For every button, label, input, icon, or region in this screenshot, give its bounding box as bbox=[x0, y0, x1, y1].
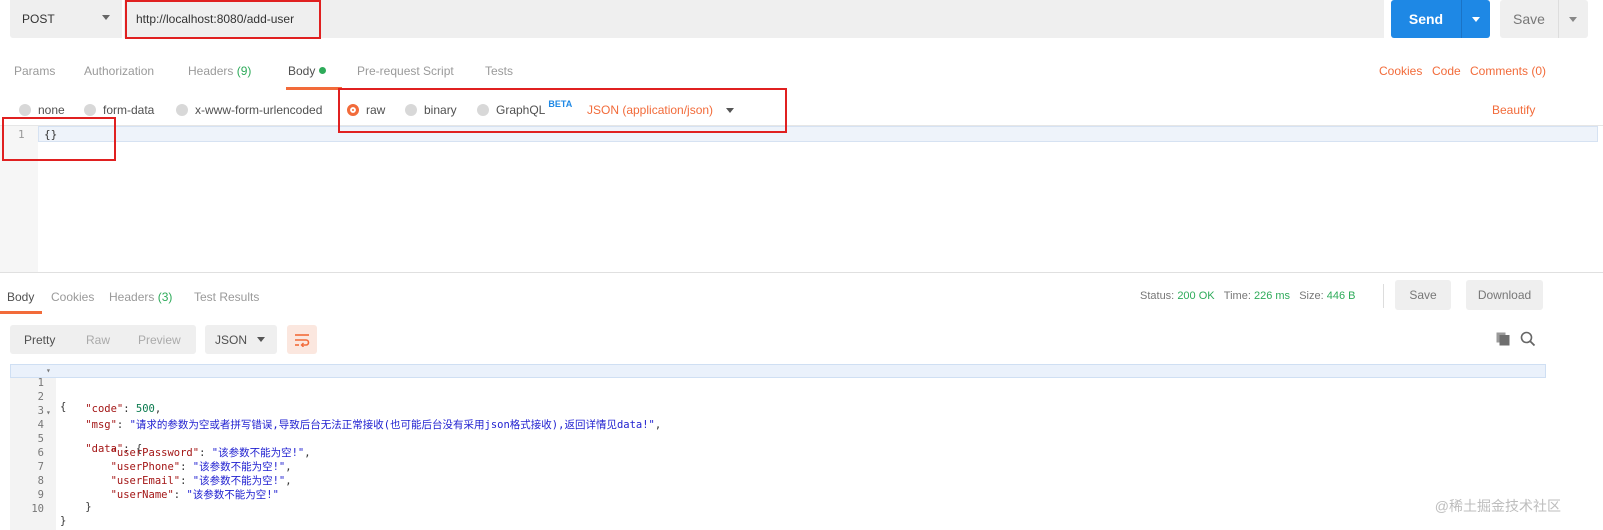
status-label: Status: bbox=[1140, 290, 1175, 302]
save-button[interactable]: Save bbox=[1500, 0, 1588, 38]
cookies-link[interactable]: Cookies bbox=[1379, 64, 1422, 78]
time-label: Time: bbox=[1223, 290, 1251, 302]
chevron-down-icon[interactable] bbox=[1569, 16, 1577, 22]
code-line: 8 "userName": "该参数不能为空!" bbox=[10, 463, 1540, 501]
size-label: Size: bbox=[1299, 290, 1324, 302]
copy-icon[interactable] bbox=[1496, 332, 1510, 346]
request-body-editor[interactable]: 1 {} bbox=[0, 125, 1603, 273]
response-status: Status: 200 OK Time: 226 ms Size: 446 B bbox=[1140, 290, 1355, 302]
line-content: } bbox=[60, 515, 67, 527]
radio-form-data[interactable]: form-data bbox=[84, 103, 154, 117]
view-mode-group: Pretty Raw Preview bbox=[10, 325, 196, 354]
time-value[interactable]: 226 ms bbox=[1254, 290, 1290, 302]
annotation-box-raw-json bbox=[338, 88, 787, 133]
radio-circle-icon bbox=[176, 104, 188, 116]
chevron-down-icon bbox=[257, 337, 265, 342]
code-line: 7 "userEmail": "该参数不能为空!", bbox=[10, 449, 1540, 487]
fold-arrow-icon[interactable]: ▾ bbox=[46, 366, 51, 375]
active-line-highlight bbox=[38, 126, 1598, 142]
radio-urlencoded-label: x-www-form-urlencoded bbox=[195, 103, 323, 117]
tab-body-label: Body bbox=[288, 64, 316, 78]
tab-params[interactable]: Params bbox=[14, 64, 55, 78]
code-line: 2 "code": 500, bbox=[10, 379, 1540, 415]
active-tab-indicator bbox=[286, 87, 342, 90]
divider bbox=[1461, 0, 1462, 38]
resp-headers-count: (3) bbox=[157, 290, 173, 304]
chevron-down-icon[interactable] bbox=[1472, 16, 1480, 22]
radio-circle-icon bbox=[84, 104, 96, 116]
divider bbox=[1558, 0, 1559, 38]
annotation-box-body bbox=[2, 117, 116, 161]
code-line: 3 "msg": "请求的参数为空或者拼写错误,导致后台无法正常接收(也可能后台… bbox=[10, 393, 1540, 431]
headers-count: (9) bbox=[236, 64, 252, 78]
beautify-link[interactable]: Beautify bbox=[1492, 103, 1535, 117]
radio-form-data-label: form-data bbox=[103, 103, 155, 117]
tab-body[interactable]: Body bbox=[288, 64, 327, 78]
resp-tab-cookies[interactable]: Cookies bbox=[51, 290, 94, 304]
tab-authorization[interactable]: Authorization bbox=[84, 64, 154, 78]
radio-circle-icon bbox=[19, 104, 31, 116]
body-type-options: none form-data x-www-form-urlencoded raw… bbox=[0, 97, 1603, 125]
line-number: 10 bbox=[31, 503, 44, 515]
resp-tab-headers-label: Headers bbox=[109, 290, 155, 304]
pretty-button[interactable]: Pretty bbox=[24, 333, 55, 347]
radio-none-label: none bbox=[38, 103, 65, 117]
save-response-button[interactable]: Save bbox=[1395, 280, 1451, 310]
format-select[interactable]: JSON bbox=[205, 325, 277, 354]
response-tabs: Body Cookies Headers (3) Test Results St… bbox=[0, 282, 1603, 314]
response-body-viewer[interactable]: 1 ▾ { 2 "code": 500, 3 "msg": "请求的参数为空或者… bbox=[10, 364, 1546, 530]
code-link[interactable]: Code bbox=[1432, 64, 1461, 78]
comments-link[interactable]: Comments (0) bbox=[1470, 64, 1546, 78]
send-label: Send bbox=[1408, 11, 1444, 27]
save-label: Save bbox=[1513, 11, 1545, 27]
active-tab-indicator bbox=[0, 311, 42, 314]
download-button[interactable]: Download bbox=[1466, 280, 1543, 310]
code-line: 4 ▾ "data": { bbox=[10, 407, 1540, 455]
size-value[interactable]: 446 B bbox=[1327, 290, 1356, 302]
code-line: 10 } bbox=[10, 491, 1540, 527]
resp-tab-headers[interactable]: Headers (3) bbox=[109, 290, 172, 304]
annotation-box-url bbox=[125, 0, 321, 39]
watermark: @稀土掘金技术社区 bbox=[1434, 498, 1561, 514]
fold-arrow-icon[interactable]: ▾ bbox=[46, 408, 51, 417]
tab-headers[interactable]: Headers (9) bbox=[188, 64, 251, 78]
method-select[interactable]: POST bbox=[10, 0, 122, 38]
request-tabs: Params Authorization Headers (9) Body Pr… bbox=[0, 58, 1603, 90]
resp-tab-test-results[interactable]: Test Results bbox=[194, 290, 259, 304]
search-icon[interactable] bbox=[1520, 331, 1536, 347]
raw-button[interactable]: Raw bbox=[86, 333, 110, 347]
preview-button[interactable]: Preview bbox=[138, 333, 181, 347]
method-label: POST bbox=[22, 12, 55, 26]
tab-tests[interactable]: Tests bbox=[485, 64, 513, 78]
wrap-lines-icon bbox=[295, 333, 310, 347]
send-button[interactable]: Send bbox=[1391, 0, 1490, 38]
modified-dot-icon bbox=[319, 67, 327, 74]
code-line: 6 "userPhone": "该参数不能为空!", bbox=[10, 435, 1540, 473]
resp-tab-body[interactable]: Body bbox=[7, 290, 34, 304]
divider bbox=[1383, 284, 1384, 308]
tab-headers-label: Headers bbox=[188, 64, 234, 78]
code-line: 1 ▾ { bbox=[10, 365, 1540, 413]
wrap-lines-button[interactable] bbox=[287, 325, 317, 354]
format-value: JSON bbox=[215, 332, 248, 347]
status-value[interactable]: 200 OK bbox=[1177, 290, 1214, 302]
radio-urlencoded[interactable]: x-www-form-urlencoded bbox=[176, 103, 322, 117]
code-line: 5 "userPassword": "该参数不能为空!", bbox=[10, 421, 1540, 459]
radio-none[interactable]: none bbox=[19, 103, 65, 117]
chevron-down-icon bbox=[102, 15, 110, 20]
tab-prerequest-script[interactable]: Pre-request Script bbox=[357, 64, 454, 78]
code-line: 9 } bbox=[10, 477, 1540, 513]
